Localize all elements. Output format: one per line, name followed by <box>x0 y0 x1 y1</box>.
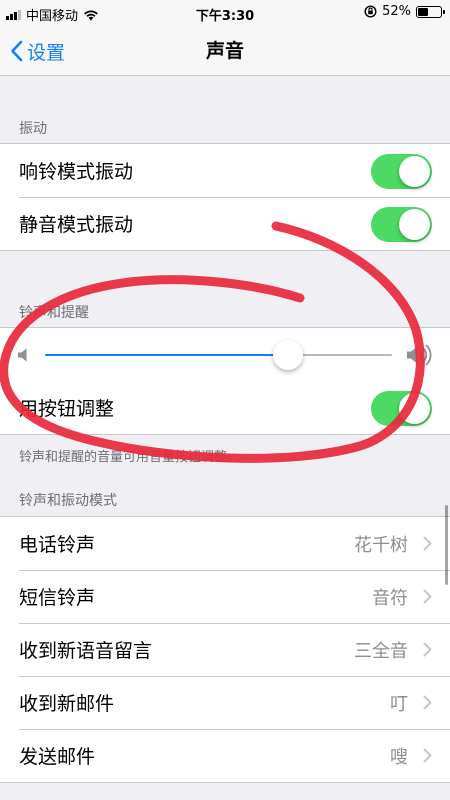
vibrate-on-silent-toggle[interactable] <box>371 207 432 242</box>
chevron-right-icon <box>423 748 432 763</box>
text-tone-row[interactable]: 短信铃声 音符 <box>0 570 450 623</box>
new-mail-label: 收到新邮件 <box>19 693 115 715</box>
ringtone-value: 花千树 <box>354 534 408 556</box>
back-button-label: 设置 <box>27 41 66 64</box>
chevron-left-icon <box>11 40 23 62</box>
patterns-group: 电话铃声 花千树 短信铃声 音符 收到新语音留言 三全音 收到新邮件 叮 发送邮… <box>0 516 450 783</box>
vibration-group: 响铃模式振动 静音模式振动 <box>0 143 450 251</box>
vibrate-on-silent-label: 静音模式振动 <box>19 214 134 236</box>
chevron-right-icon <box>423 642 432 657</box>
vibrate-on-silent-row: 静音模式振动 <box>0 197 450 250</box>
orientation-lock-icon <box>364 5 377 18</box>
change-with-buttons-label: 用按钮调整 <box>19 398 115 420</box>
chevron-right-icon <box>423 695 432 710</box>
section-header-vibration: 振动 <box>19 121 47 137</box>
change-with-buttons-toggle[interactable] <box>371 391 432 426</box>
ringer-group: 用按钮调整 <box>0 327 450 435</box>
vibrate-on-ring-label: 响铃模式振动 <box>19 161 134 183</box>
chevron-right-icon <box>423 536 432 551</box>
new-voicemail-value: 三全音 <box>354 640 408 662</box>
scrollbar[interactable] <box>445 505 448 585</box>
new-mail-value: 叮 <box>390 693 408 715</box>
ringer-volume-slider-knob[interactable] <box>272 340 303 370</box>
page-title: 声音 <box>205 40 244 62</box>
chevron-right-icon <box>423 589 432 604</box>
status-bar: 中国移动 下午3:30 52% <box>0 0 450 26</box>
battery-percent: 52% <box>382 4 411 19</box>
speaker-high-icon <box>407 344 432 366</box>
back-button[interactable]: 设置 <box>10 26 65 76</box>
new-mail-row[interactable]: 收到新邮件 叮 <box>0 676 450 729</box>
text-tone-label: 短信铃声 <box>19 587 96 609</box>
ringtone-label: 电话铃声 <box>19 534 96 556</box>
sent-mail-value: 嗖 <box>390 746 408 768</box>
battery-icon <box>416 5 445 18</box>
section-header-ringer: 铃声和提醒 <box>19 305 89 321</box>
new-voicemail-row[interactable]: 收到新语音留言 三全音 <box>0 623 450 676</box>
ringer-footer-note: 铃声和提醒的音量可用音量按钮调整。 <box>19 450 241 465</box>
new-voicemail-label: 收到新语音留言 <box>19 640 153 662</box>
ringer-volume-slider[interactable] <box>45 340 392 370</box>
section-header-patterns: 铃声和振动模式 <box>19 493 117 509</box>
speaker-low-icon <box>18 348 27 362</box>
sent-mail-row[interactable]: 发送邮件 嗖 <box>0 729 450 782</box>
vibrate-on-ring-row: 响铃模式振动 <box>0 144 450 197</box>
navigation-bar: 设置 声音 <box>0 26 450 76</box>
ringer-volume-row <box>0 328 450 381</box>
vibrate-on-ring-toggle[interactable] <box>371 154 432 189</box>
sent-mail-label: 发送邮件 <box>19 746 96 768</box>
text-tone-value: 音符 <box>372 587 408 609</box>
change-with-buttons-row: 用按钮调整 <box>0 381 450 434</box>
ringtone-row[interactable]: 电话铃声 花千树 <box>0 517 450 570</box>
